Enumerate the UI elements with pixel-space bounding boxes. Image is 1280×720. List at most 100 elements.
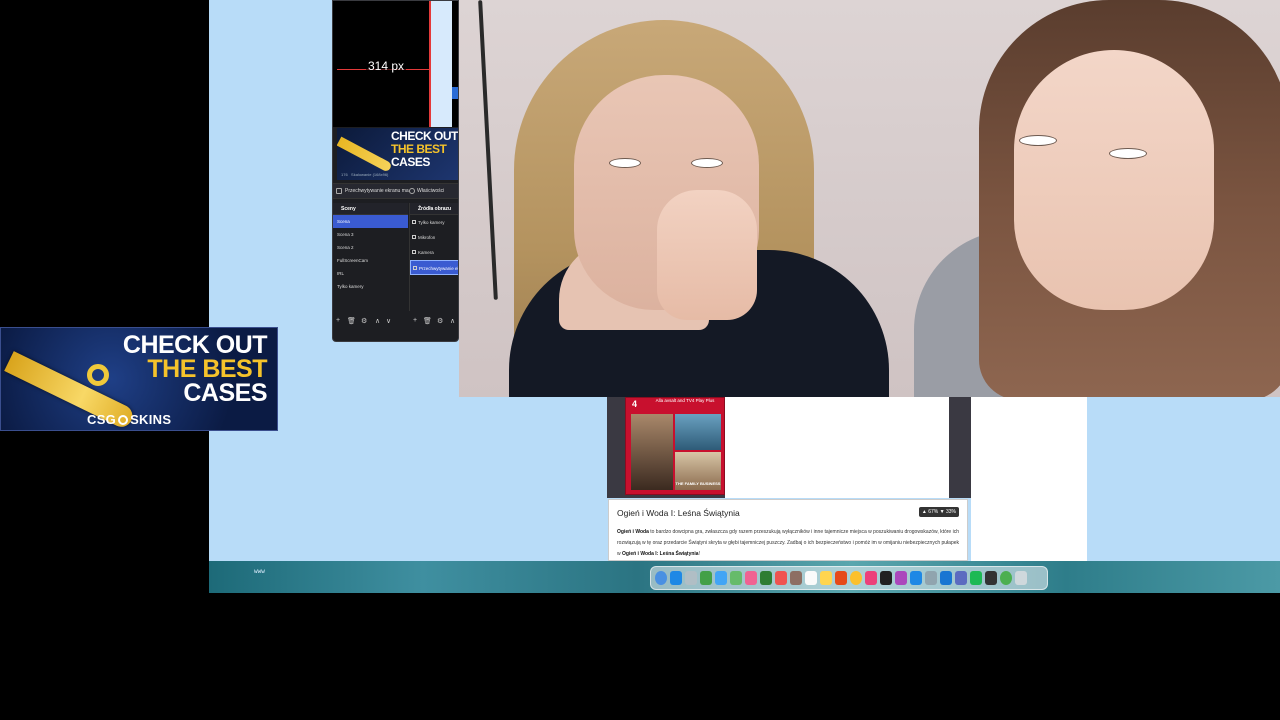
music-icon[interactable] <box>865 571 877 585</box>
ad-brand-left: CSG <box>87 412 117 427</box>
zoom-icon[interactable] <box>940 571 952 585</box>
add-source-button[interactable]: + <box>413 317 417 324</box>
scenes-dock: Sceny Scena Scena 3 Scena 2 FullScreenCam IR… <box>333 203 408 311</box>
notes-icon[interactable] <box>820 571 832 585</box>
display-icon <box>336 188 342 194</box>
scene-list: Scena Scena 3 Scena 2 FullScreenCam IRL Tylko… <box>333 215 408 293</box>
mini-ad-line3: CASES <box>391 155 430 169</box>
scenes-title: Sceny <box>333 203 408 215</box>
thumbs-up-icon[interactable]: ▲ <box>922 509 927 515</box>
photos-icon[interactable] <box>745 571 757 585</box>
page-content-area <box>725 397 949 498</box>
messages-icon[interactable] <box>700 571 712 585</box>
sources-title: Źródła obrazu <box>410 203 458 215</box>
source-label: Mikrofon <box>418 235 436 240</box>
mail-icon[interactable] <box>715 571 727 585</box>
obs-window[interactable]: 314 px CHECK OUT THE BEST CASES 176 Skal… <box>332 0 459 342</box>
chrome-icon[interactable] <box>850 571 862 585</box>
source-type-icon <box>412 220 416 224</box>
appstore-icon[interactable] <box>910 571 922 585</box>
remove-source-button[interactable]: 🗑 <box>423 317 432 325</box>
scene-item[interactable]: Scena 3 <box>333 228 408 241</box>
source-label: Przechwytywanie ekr <box>419 266 459 271</box>
obs-preview-canvas[interactable]: 314 px <box>333 1 458 127</box>
source-type-icon <box>413 266 417 270</box>
mini-ad-headline: CHECK OUT THE BEST CASES <box>391 130 458 169</box>
source-item[interactable]: Tylko kamery <box>410 215 458 230</box>
game-description-text: Ogień i Woda to bardzo dowcipna gra, zwł… <box>617 527 959 560</box>
scene-item[interactable]: IRL <box>333 267 408 280</box>
source-settings-button[interactable]: ⚙ <box>437 317 443 325</box>
mini-ad-caption-right: Skalowanie (168x96) <box>351 172 389 177</box>
calendar-icon[interactable] <box>775 571 787 585</box>
source-type-icon <box>412 235 416 239</box>
preview-measurement-label: 314 px <box>366 59 407 73</box>
scene-item[interactable]: Scena 2 <box>333 241 408 254</box>
facetime-icon[interactable] <box>760 571 772 585</box>
mini-ad-line2: THE BEST <box>391 142 447 156</box>
promo-number: 4 <box>632 399 638 409</box>
chrome-alt-icon[interactable] <box>1000 571 1012 585</box>
scene-item[interactable]: Scena <box>333 215 408 228</box>
ad-brand-right: SKINS <box>130 412 172 427</box>
move-source-up-button[interactable]: ∧ <box>450 317 455 325</box>
sponsor-ad-banner[interactable]: CHECK OUT THE BEST CASES CSG SKINS <box>0 327 278 431</box>
source-item[interactable]: Przechwytywanie ekr <box>410 260 459 275</box>
toolbar-source-name[interactable]: Przechwytywanie ekranu ma <box>345 188 409 194</box>
movie-poster[interactable] <box>675 414 721 450</box>
person-right-eye <box>1019 135 1057 146</box>
scene-item[interactable]: Tylko kamery <box>333 280 408 293</box>
reminders-icon[interactable] <box>805 571 817 585</box>
contacts-icon[interactable] <box>790 571 802 585</box>
launchpad-icon[interactable] <box>685 571 697 585</box>
knife-ring-icon <box>87 364 109 386</box>
properties-button[interactable]: Właściwości <box>417 188 444 194</box>
add-scene-button[interactable]: + <box>336 317 340 324</box>
remove-scene-button[interactable]: 🗑 <box>347 317 356 325</box>
movie-poster[interactable] <box>631 414 673 490</box>
thumbs-down-icon[interactable]: ▼ <box>940 509 945 515</box>
spotify-icon[interactable] <box>970 571 982 585</box>
source-type-icon <box>412 250 416 254</box>
move-scene-up-button[interactable]: ∧ <box>375 317 380 325</box>
move-scene-down-button[interactable]: ∨ <box>386 317 391 325</box>
page-sidebar <box>971 397 1087 561</box>
scene-settings-button[interactable]: ⚙ <box>361 317 367 325</box>
podcasts-icon[interactable] <box>895 571 907 585</box>
movie-poster[interactable]: THE FAMILY BUSINESS <box>675 452 721 490</box>
preview-resize-handle[interactable] <box>452 87 458 99</box>
poster-caption: THE FAMILY BUSINESS <box>675 481 721 486</box>
trash-icon[interactable] <box>1015 571 1027 585</box>
sources-dock: Źródła obrazu Tylko kamery Mikrofon Kamera… <box>409 203 459 311</box>
obs-preview-ad: CHECK OUT THE BEST CASES 176 Skalowanie … <box>337 128 458 180</box>
tv-icon[interactable] <box>880 571 892 585</box>
settings-icon[interactable] <box>925 571 937 585</box>
finder-icon[interactable] <box>655 571 667 585</box>
mini-ad-caption-left: 176 <box>341 172 348 177</box>
person-right-eye <box>1109 148 1147 159</box>
person-left-hand <box>657 190 757 320</box>
person-left-eye <box>691 158 723 168</box>
vote-down-value: 33% <box>945 509 956 515</box>
obs-dock-footer: + 🗑 ⚙ ∧ ∨ + 🗑 ⚙ ∧ <box>333 313 458 329</box>
source-label: Tylko kamery <box>418 220 445 225</box>
discord-icon[interactable] <box>955 571 967 585</box>
ad-headline-line3: CASES <box>183 379 267 407</box>
brave-icon[interactable] <box>835 571 847 585</box>
maps-icon[interactable] <box>730 571 742 585</box>
source-item[interactable]: Kamera <box>410 245 458 260</box>
person-left-eye <box>609 158 641 168</box>
promo-card[interactable]: 4 Alla avsalt and TV4 Play Plus THE FAMI… <box>625 397 725 495</box>
safari-icon[interactable] <box>670 571 682 585</box>
person-right-face <box>1014 50 1214 310</box>
description-end: ! <box>698 551 700 557</box>
obs-icon[interactable] <box>985 571 997 585</box>
mini-ad-caption: 176 Skalowanie (168x96) <box>341 172 388 177</box>
macos-dock <box>650 566 1048 590</box>
preview-guide-vertical <box>429 1 431 127</box>
source-item[interactable]: Mikrofon <box>410 230 458 245</box>
cable <box>478 0 498 300</box>
game-description: Ogień i Woda I: Leśna Świątynia ▲ 67% ▼ … <box>608 499 968 561</box>
vote-box[interactable]: ▲ 67% ▼ 33% <box>918 507 959 517</box>
scene-item[interactable]: FullScreenCam <box>333 254 408 267</box>
